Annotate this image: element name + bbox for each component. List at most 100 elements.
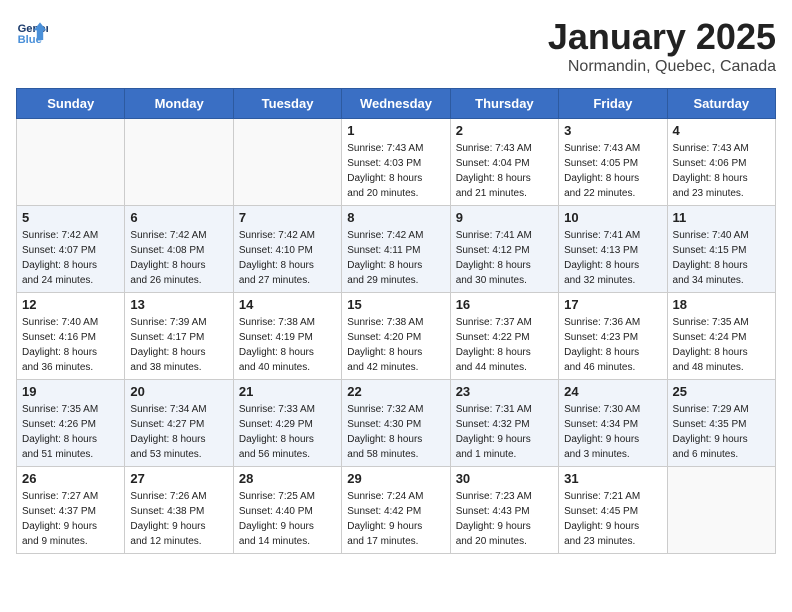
day-info: Sunrise: 7:43 AM Sunset: 4:03 PM Dayligh… [347,141,444,201]
day-info: Sunrise: 7:41 AM Sunset: 4:12 PM Dayligh… [456,228,553,288]
day-cell [667,467,775,554]
day-info: Sunrise: 7:36 AM Sunset: 4:23 PM Dayligh… [564,315,661,375]
day-info: Sunrise: 7:34 AM Sunset: 4:27 PM Dayligh… [130,402,227,462]
day-number: 20 [130,384,227,399]
day-number: 28 [239,471,336,486]
day-cell [233,119,341,206]
day-cell: 23Sunrise: 7:31 AM Sunset: 4:32 PM Dayli… [450,380,558,467]
day-header-tuesday: Tuesday [233,89,341,119]
logo-icon: General Blue [16,16,48,48]
day-cell [17,119,125,206]
day-number: 2 [456,123,553,138]
day-info: Sunrise: 7:35 AM Sunset: 4:26 PM Dayligh… [22,402,119,462]
day-cell: 1Sunrise: 7:43 AM Sunset: 4:03 PM Daylig… [342,119,450,206]
day-number: 26 [22,471,119,486]
day-number: 17 [564,297,661,312]
day-cell: 25 Sunrise: 7:29 AM Sunset: 4:35 PM Dayli… [667,380,775,467]
day-header-thursday: Thursday [450,89,558,119]
day-cell: 5 Sunrise: 7:42 AM Sunset: 4:07 PM Daylig… [17,206,125,293]
day-info: Sunrise: 7:35 AM Sunset: 4:24 PM Dayligh… [673,315,770,375]
day-header-friday: Friday [559,89,667,119]
day-info: Sunrise: 7:23 AM Sunset: 4:43 PM Dayligh… [456,489,553,549]
day-number: 14 [239,297,336,312]
day-header-monday: Monday [125,89,233,119]
day-cell: 29 Sunrise: 7:24 AM Sunset: 4:42 PM Dayli… [342,467,450,554]
day-cell: 30 Sunrise: 7:23 AM Sunset: 4:43 PM Dayli… [450,467,558,554]
day-info: Sunrise: 7:25 AM Sunset: 4:40 PM Dayligh… [239,489,336,549]
day-cell: 12 Sunrise: 7:40 AM Sunset: 4:16 PM Dayli… [17,293,125,380]
day-cell: 14 Sunrise: 7:38 AM Sunset: 4:19 PM Dayli… [233,293,341,380]
day-cell: 17 Sunrise: 7:36 AM Sunset: 4:23 PM Dayli… [559,293,667,380]
day-number: 16 [456,297,553,312]
day-info: Sunrise: 7:24 AM Sunset: 4:42 PM Dayligh… [347,489,444,549]
day-info: Sunrise: 7:30 AM Sunset: 4:34 PM Dayligh… [564,402,661,462]
calendar: SundayMondayTuesdayWednesdayThursdayFrid… [16,88,776,554]
day-number: 15 [347,297,444,312]
day-header-sunday: Sunday [17,89,125,119]
day-cell: 15 Sunrise: 7:38 AM Sunset: 4:20 PM Dayli… [342,293,450,380]
day-cell: 9 Sunrise: 7:41 AM Sunset: 4:12 PM Daylig… [450,206,558,293]
day-info: Sunrise: 7:26 AM Sunset: 4:38 PM Dayligh… [130,489,227,549]
day-info: Sunrise: 7:40 AM Sunset: 4:15 PM Dayligh… [673,228,770,288]
day-header-saturday: Saturday [667,89,775,119]
day-info: Sunrise: 7:42 AM Sunset: 4:07 PM Dayligh… [22,228,119,288]
day-number: 5 [22,210,119,225]
day-info: Sunrise: 7:43 AM Sunset: 4:04 PM Dayligh… [456,141,553,201]
day-info: Sunrise: 7:37 AM Sunset: 4:22 PM Dayligh… [456,315,553,375]
day-number: 19 [22,384,119,399]
week-row-5: 26 Sunrise: 7:27 AM Sunset: 4:37 PM Dayli… [17,467,776,554]
day-number: 27 [130,471,227,486]
week-row-3: 12 Sunrise: 7:40 AM Sunset: 4:16 PM Dayli… [17,293,776,380]
week-row-2: 5 Sunrise: 7:42 AM Sunset: 4:07 PM Daylig… [17,206,776,293]
day-info: Sunrise: 7:42 AM Sunset: 4:10 PM Dayligh… [239,228,336,288]
day-number: 25 [673,384,770,399]
day-info: Sunrise: 7:27 AM Sunset: 4:37 PM Dayligh… [22,489,119,549]
day-headers-row: SundayMondayTuesdayWednesdayThursdayFrid… [17,89,776,119]
day-number: 6 [130,210,227,225]
day-number: 30 [456,471,553,486]
day-number: 9 [456,210,553,225]
month-title: January 2025 [548,16,776,58]
day-info: Sunrise: 7:29 AM Sunset: 4:35 PM Dayligh… [673,402,770,462]
day-number: 24 [564,384,661,399]
day-cell: 28 Sunrise: 7:25 AM Sunset: 4:40 PM Dayli… [233,467,341,554]
day-info: Sunrise: 7:42 AM Sunset: 4:11 PM Dayligh… [347,228,444,288]
day-cell: 7 Sunrise: 7:42 AM Sunset: 4:10 PM Daylig… [233,206,341,293]
day-cell [125,119,233,206]
day-info: Sunrise: 7:41 AM Sunset: 4:13 PM Dayligh… [564,228,661,288]
header: General Blue January 2025 Normandin, Que… [16,16,776,76]
day-cell: 3Sunrise: 7:43 AM Sunset: 4:05 PM Daylig… [559,119,667,206]
day-info: Sunrise: 7:38 AM Sunset: 4:20 PM Dayligh… [347,315,444,375]
location-title: Normandin, Quebec, Canada [548,58,776,76]
day-number: 13 [130,297,227,312]
day-number: 22 [347,384,444,399]
day-info: Sunrise: 7:39 AM Sunset: 4:17 PM Dayligh… [130,315,227,375]
day-number: 29 [347,471,444,486]
day-info: Sunrise: 7:38 AM Sunset: 4:19 PM Dayligh… [239,315,336,375]
day-info: Sunrise: 7:33 AM Sunset: 4:29 PM Dayligh… [239,402,336,462]
day-cell: 2 Sunrise: 7:43 AM Sunset: 4:04 PM Daylig… [450,119,558,206]
day-cell: 18 Sunrise: 7:35 AM Sunset: 4:24 PM Dayli… [667,293,775,380]
day-info: Sunrise: 7:43 AM Sunset: 4:06 PM Dayligh… [673,141,770,201]
day-cell: 8 Sunrise: 7:42 AM Sunset: 4:11 PM Daylig… [342,206,450,293]
day-cell: 22 Sunrise: 7:32 AM Sunset: 4:30 PM Dayli… [342,380,450,467]
day-cell: 13 Sunrise: 7:39 AM Sunset: 4:17 PM Dayli… [125,293,233,380]
day-cell: 26 Sunrise: 7:27 AM Sunset: 4:37 PM Dayli… [17,467,125,554]
day-number: 4 [673,123,770,138]
day-number: 8 [347,210,444,225]
day-cell: 11 Sunrise: 7:40 AM Sunset: 4:15 PM Dayli… [667,206,775,293]
day-number: 12 [22,297,119,312]
day-header-wednesday: Wednesday [342,89,450,119]
day-cell: 21Sunrise: 7:33 AM Sunset: 4:29 PM Dayli… [233,380,341,467]
day-cell: 16 Sunrise: 7:37 AM Sunset: 4:22 PM Dayli… [450,293,558,380]
day-cell: 27 Sunrise: 7:26 AM Sunset: 4:38 PM Dayli… [125,467,233,554]
week-row-1: 1Sunrise: 7:43 AM Sunset: 4:03 PM Daylig… [17,119,776,206]
day-number: 11 [673,210,770,225]
day-number: 3 [564,123,661,138]
day-number: 18 [673,297,770,312]
day-info: Sunrise: 7:40 AM Sunset: 4:16 PM Dayligh… [22,315,119,375]
day-number: 23 [456,384,553,399]
day-info: Sunrise: 7:32 AM Sunset: 4:30 PM Dayligh… [347,402,444,462]
day-info: Sunrise: 7:42 AM Sunset: 4:08 PM Dayligh… [130,228,227,288]
day-number: 7 [239,210,336,225]
